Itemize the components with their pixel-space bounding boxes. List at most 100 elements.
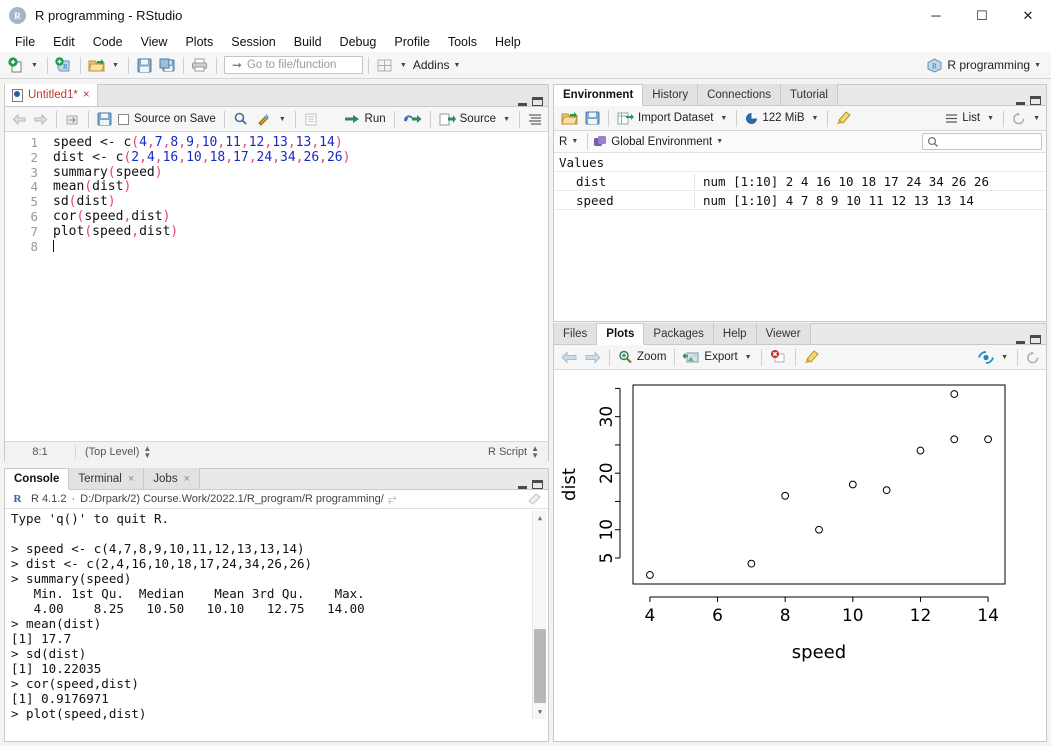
- environment-search-input[interactable]: [922, 133, 1042, 150]
- view-mode-chevron-down-icon[interactable]: ▼: [983, 115, 998, 122]
- memory-chevron-down-icon[interactable]: ▼: [808, 115, 823, 122]
- environment-minimize-icon[interactable]: [1016, 102, 1025, 105]
- zoom-plot-button[interactable]: Zoom: [615, 347, 669, 367]
- open-file-icon[interactable]: [86, 55, 108, 75]
- source-on-save-checkbox[interactable]: Source on Save: [115, 109, 219, 129]
- environment-language[interactable]: R: [559, 136, 567, 148]
- code-tools-chevron-down-icon[interactable]: ▼: [275, 116, 290, 123]
- console-output[interactable]: Type 'q()' to quit R. > speed <- c(4,7,8,…: [5, 509, 548, 721]
- back-arrow-icon[interactable]: [9, 109, 30, 129]
- menu-profile[interactable]: Profile: [385, 33, 438, 51]
- document-outline-icon[interactable]: [301, 109, 321, 129]
- console-maximize-icon[interactable]: [532, 480, 543, 489]
- tab-environment[interactable]: Environment: [554, 85, 644, 106]
- find-replace-icon[interactable]: [230, 109, 252, 129]
- save-workspace-icon[interactable]: [582, 108, 603, 128]
- save-icon[interactable]: [134, 55, 156, 75]
- save-document-icon[interactable]: [94, 109, 115, 129]
- memory-usage-button[interactable]: 122 MiB: [742, 108, 807, 128]
- forward-arrow-icon[interactable]: [30, 109, 51, 129]
- tab-console[interactable]: Console: [5, 469, 70, 490]
- refresh-chevron-down-icon[interactable]: ▼: [1029, 115, 1046, 122]
- refresh-plot-icon[interactable]: [1023, 347, 1046, 367]
- menu-help[interactable]: Help: [486, 33, 530, 51]
- language-chevron-down-icon[interactable]: ▼: [567, 138, 582, 145]
- view-mode-button[interactable]: List: [942, 108, 983, 128]
- menu-session[interactable]: Session: [222, 33, 284, 51]
- tab-history[interactable]: History: [643, 84, 699, 105]
- file-type-selector[interactable]: R Script ▲ ▼: [488, 444, 548, 459]
- tab-files[interactable]: Files: [554, 323, 598, 344]
- scroll-up-icon[interactable]: ▲: [533, 511, 547, 525]
- tab-connections[interactable]: Connections: [698, 84, 782, 105]
- console-scrollbar[interactable]: ▲ ▼: [532, 511, 546, 719]
- menu-edit[interactable]: Edit: [44, 33, 84, 51]
- plot-canvas[interactable]: 4 6 8 10 12 14 5 10 20 30 speed dist: [554, 370, 1046, 736]
- source-tab-untitled1[interactable]: Untitled1* ×: [5, 84, 98, 106]
- minimize-icon[interactable]: ─: [913, 0, 959, 31]
- refresh-environment-icon[interactable]: [1009, 108, 1029, 128]
- publish-chevron-down-icon[interactable]: ▼: [997, 354, 1012, 361]
- scroll-down-icon[interactable]: ▼: [533, 705, 547, 719]
- tab-jobs[interactable]: Jobs ×: [144, 468, 201, 489]
- environment-maximize-icon[interactable]: [1030, 96, 1041, 105]
- open-directory-icon[interactable]: ⥂: [388, 493, 397, 506]
- source-chevron-down-icon[interactable]: ▼: [499, 116, 514, 123]
- load-workspace-icon[interactable]: [558, 108, 582, 128]
- plots-maximize-icon[interactable]: [1030, 335, 1041, 344]
- publish-plot-icon[interactable]: [975, 347, 997, 367]
- clear-all-plots-icon[interactable]: [801, 347, 823, 367]
- table-row[interactable]: dist num [1:10] 2 4 16 10 18 17 24 34 26…: [554, 172, 1046, 191]
- close-icon[interactable]: ✕: [1005, 0, 1051, 31]
- tab-tutorial[interactable]: Tutorial: [781, 84, 838, 105]
- menu-tools[interactable]: Tools: [439, 33, 486, 51]
- menu-plots[interactable]: Plots: [176, 33, 222, 51]
- remove-plot-icon[interactable]: [767, 347, 790, 367]
- rerun-icon[interactable]: [400, 109, 425, 129]
- export-plot-button[interactable]: Export: [680, 347, 740, 367]
- scope-selector[interactable]: (Top Level) ▲ ▼: [76, 444, 151, 459]
- project-indicator[interactable]: R R programming ▼: [927, 57, 1051, 73]
- menu-file[interactable]: File: [6, 33, 44, 51]
- clear-environment-icon[interactable]: [833, 108, 855, 128]
- run-button[interactable]: Run: [341, 109, 389, 129]
- tab-help[interactable]: Help: [713, 323, 757, 344]
- table-row[interactable]: speed num [1:10] 4 7 8 9 10 11 12 13 13 …: [554, 191, 1046, 210]
- import-dataset-chevron-down-icon[interactable]: ▼: [716, 115, 731, 122]
- next-plot-icon[interactable]: [581, 347, 604, 367]
- console-minimize-icon[interactable]: [518, 486, 527, 489]
- source-maximize-icon[interactable]: [532, 97, 543, 106]
- print-icon[interactable]: [189, 55, 211, 75]
- workspace-panes-icon[interactable]: [374, 55, 396, 75]
- addins-button[interactable]: Addins: [413, 58, 450, 72]
- tab-plots[interactable]: Plots: [597, 324, 645, 345]
- menu-debug[interactable]: Debug: [331, 33, 386, 51]
- tab-terminal-close-icon[interactable]: ×: [128, 473, 134, 485]
- previous-plot-icon[interactable]: [558, 347, 581, 367]
- menu-build[interactable]: Build: [285, 33, 331, 51]
- tab-terminal[interactable]: Terminal ×: [69, 468, 145, 489]
- source-button[interactable]: Source: [436, 109, 499, 129]
- new-file-icon[interactable]: [5, 55, 27, 75]
- tab-jobs-close-icon[interactable]: ×: [184, 473, 190, 485]
- maximize-icon[interactable]: ☐: [959, 0, 1005, 31]
- export-chevron-down-icon[interactable]: ▼: [741, 354, 756, 361]
- project-chevron-down-icon[interactable]: ▼: [1030, 62, 1045, 69]
- plots-minimize-icon[interactable]: [1016, 341, 1025, 344]
- environment-chevron-down-icon[interactable]: ▼: [712, 138, 727, 145]
- source-tab-close-icon[interactable]: ×: [83, 89, 90, 101]
- code-editor[interactable]: 1 2 3 4 5 6 7 8 speed <- c(4,7,8,9,10,11…: [5, 132, 548, 441]
- new-project-icon[interactable]: R: [53, 55, 75, 75]
- tab-packages[interactable]: Packages: [644, 323, 714, 344]
- menu-view[interactable]: View: [132, 33, 177, 51]
- import-dataset-button[interactable]: Import Dataset: [614, 108, 716, 128]
- new-file-chevron-down-icon[interactable]: ▼: [27, 62, 42, 69]
- menu-code[interactable]: Code: [84, 33, 132, 51]
- open-file-chevron-down-icon[interactable]: ▼: [108, 62, 123, 69]
- global-environment-label[interactable]: Global Environment: [611, 136, 712, 148]
- tab-viewer[interactable]: Viewer: [756, 323, 811, 344]
- source-minimize-icon[interactable]: [518, 103, 527, 106]
- goto-file-function-input[interactable]: ➞ Go to file/function: [223, 56, 363, 74]
- console-scroll-thumb[interactable]: [534, 629, 546, 703]
- clear-console-icon[interactable]: [527, 492, 548, 506]
